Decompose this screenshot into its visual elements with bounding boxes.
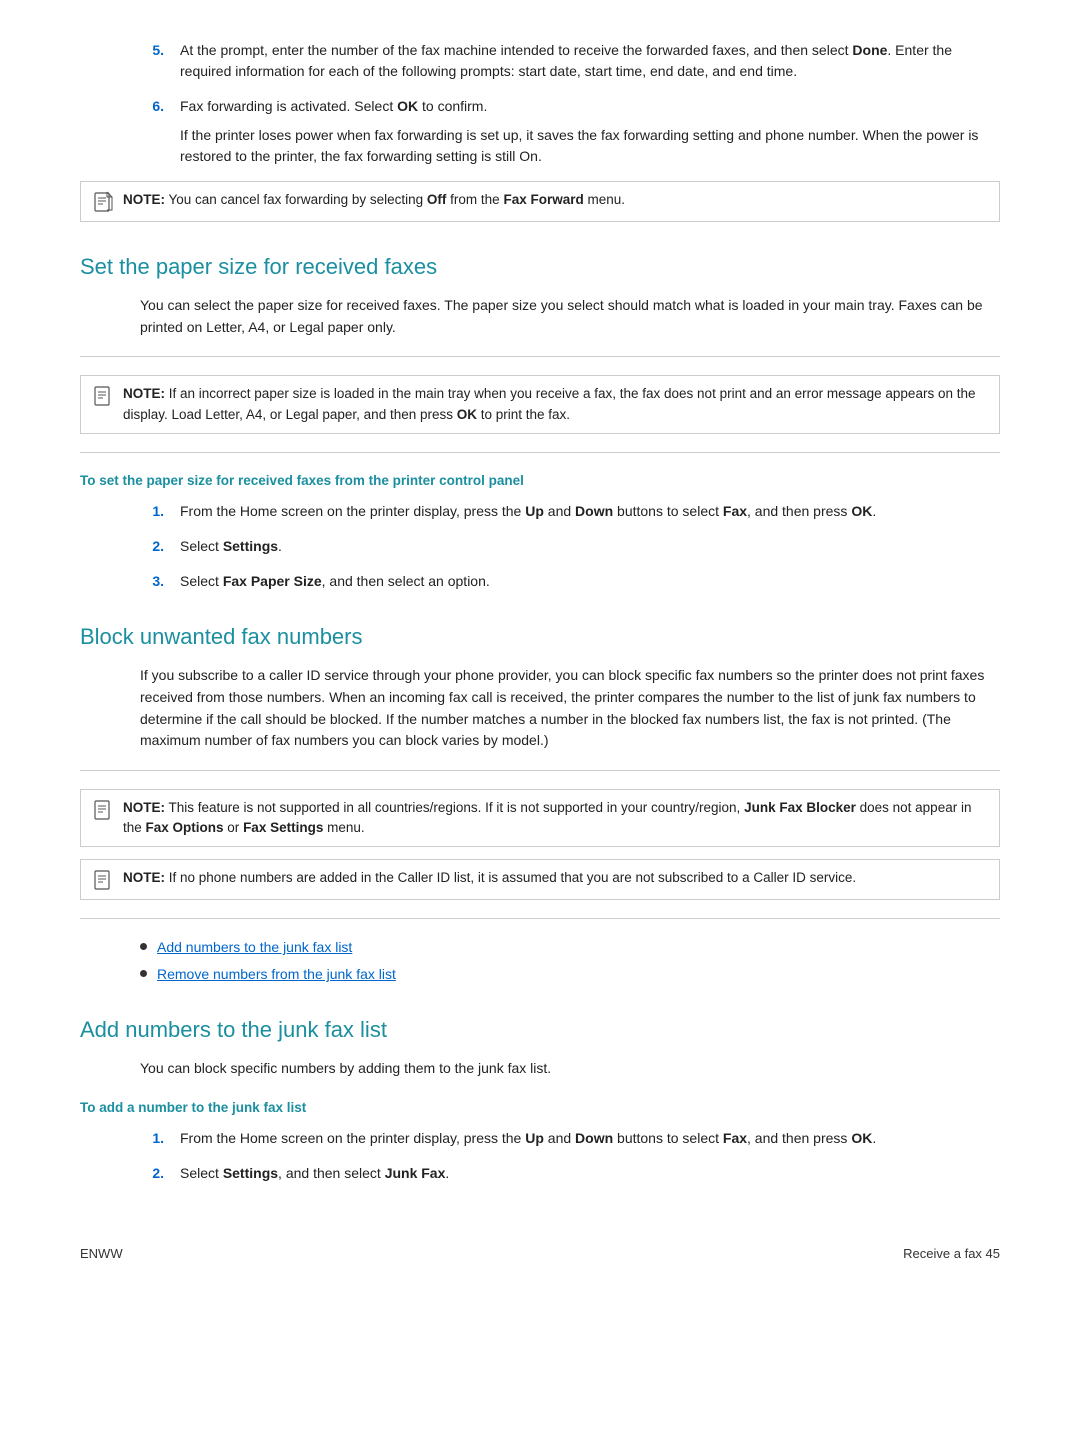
link-remove-numbers[interactable]: Remove numbers from the junk fax list [157,964,396,985]
paper-size-step-3: 3. Select Fax Paper Size, and then selec… [140,571,1000,592]
note-fax-forward: NOTE: You can cancel fax forwarding by s… [80,181,1000,222]
rule-1 [80,356,1000,357]
section-heading-add: Add numbers to the junk fax list [80,1013,1000,1046]
page-footer: ENWW Receive a fax 45 [80,1244,1000,1264]
note-paper-size-text: NOTE: If an incorrect paper size is load… [123,384,987,425]
note-content: You can cancel fax forwarding by selecti… [169,192,626,207]
note-paper-size-label: NOTE: [123,386,165,401]
step-6-subpara: If the printer loses power when fax forw… [180,125,1000,167]
note-icon-block-2 [93,869,115,891]
paper-size-body: You can select the paper size for receiv… [140,295,1000,338]
section-heading-block: Block unwanted fax numbers [80,620,1000,653]
page-content: 5. At the prompt, enter the number of th… [80,40,1000,1264]
step-6-text: Fax forwarding is activated. Select OK t… [180,98,487,114]
bullet-dot-2 [140,970,147,977]
paper-size-step-2: 2. Select Settings. [140,536,1000,557]
link-add-numbers[interactable]: Add numbers to the junk fax list [157,937,352,958]
rule-3 [80,770,1000,771]
block-links-list: Add numbers to the junk fax list Remove … [140,937,1000,985]
paper-size-steps: 1. From the Home screen on the printer d… [140,501,1000,592]
sub-heading-paper-size-steps: To set the paper size for received faxes… [80,471,1000,491]
add-step-1: 1. From the Home screen on the printer d… [140,1128,1000,1149]
ps-step-3-num: 3. [140,571,164,592]
ps-step-2-content: Select Settings. [180,536,1000,557]
footer-right: Receive a fax 45 [903,1244,1000,1264]
list-item-remove: Remove numbers from the junk fax list [140,964,1000,985]
step-5-text: At the prompt, enter the number of the f… [180,42,952,79]
step-6-num: 6. [140,96,164,167]
add-steps: 1. From the Home screen on the printer d… [140,1128,1000,1184]
ps-step-2-num: 2. [140,536,164,557]
note-icon-paper-size [93,385,115,407]
note-paper-size-content: If an incorrect paper size is loaded in … [123,386,975,421]
step-5: 5. At the prompt, enter the number of th… [140,40,1000,82]
note-icon-block-1 [93,799,115,821]
note-block-2-text: NOTE: If no phone numbers are added in t… [123,868,856,888]
section-heading-paper-size: Set the paper size for received faxes [80,250,1000,283]
note-icon-fax-forward [93,191,115,213]
sub-heading-add-steps: To add a number to the junk fax list [80,1098,1000,1118]
add-body: You can block specific numbers by adding… [140,1058,1000,1080]
note-fax-forward-text: NOTE: You can cancel fax forwarding by s… [123,190,625,210]
footer-left: ENWW [80,1244,123,1264]
bullet-dot-1 [140,943,147,950]
step-6-content: Fax forwarding is activated. Select OK t… [180,96,1000,167]
add-step-1-content: From the Home screen on the printer disp… [180,1128,1000,1149]
note-block-1: NOTE: This feature is not supported in a… [80,789,1000,848]
add-step-1-num: 1. [140,1128,164,1149]
ps-step-1-content: From the Home screen on the printer disp… [180,501,1000,522]
step-6: 6. Fax forwarding is activated. Select O… [140,96,1000,167]
top-steps: 5. At the prompt, enter the number of th… [140,40,1000,167]
rule-2 [80,452,1000,453]
note-block-1-text: NOTE: This feature is not supported in a… [123,798,987,839]
add-step-2-content: Select Settings, and then select Junk Fa… [180,1163,1000,1184]
note-block-2: NOTE: If no phone numbers are added in t… [80,859,1000,900]
step-5-num: 5. [140,40,164,82]
note-paper-size: NOTE: If an incorrect paper size is load… [80,375,1000,434]
paper-size-step-1: 1. From the Home screen on the printer d… [140,501,1000,522]
add-step-2: 2. Select Settings, and then select Junk… [140,1163,1000,1184]
add-step-2-num: 2. [140,1163,164,1184]
ps-step-3-content: Select Fax Paper Size, and then select a… [180,571,1000,592]
ps-step-1-num: 1. [140,501,164,522]
step-5-content: At the prompt, enter the number of the f… [180,40,1000,82]
list-item-add: Add numbers to the junk fax list [140,937,1000,958]
rule-4 [80,918,1000,919]
note-label: NOTE: [123,192,165,207]
block-body: If you subscribe to a caller ID service … [140,665,1000,752]
